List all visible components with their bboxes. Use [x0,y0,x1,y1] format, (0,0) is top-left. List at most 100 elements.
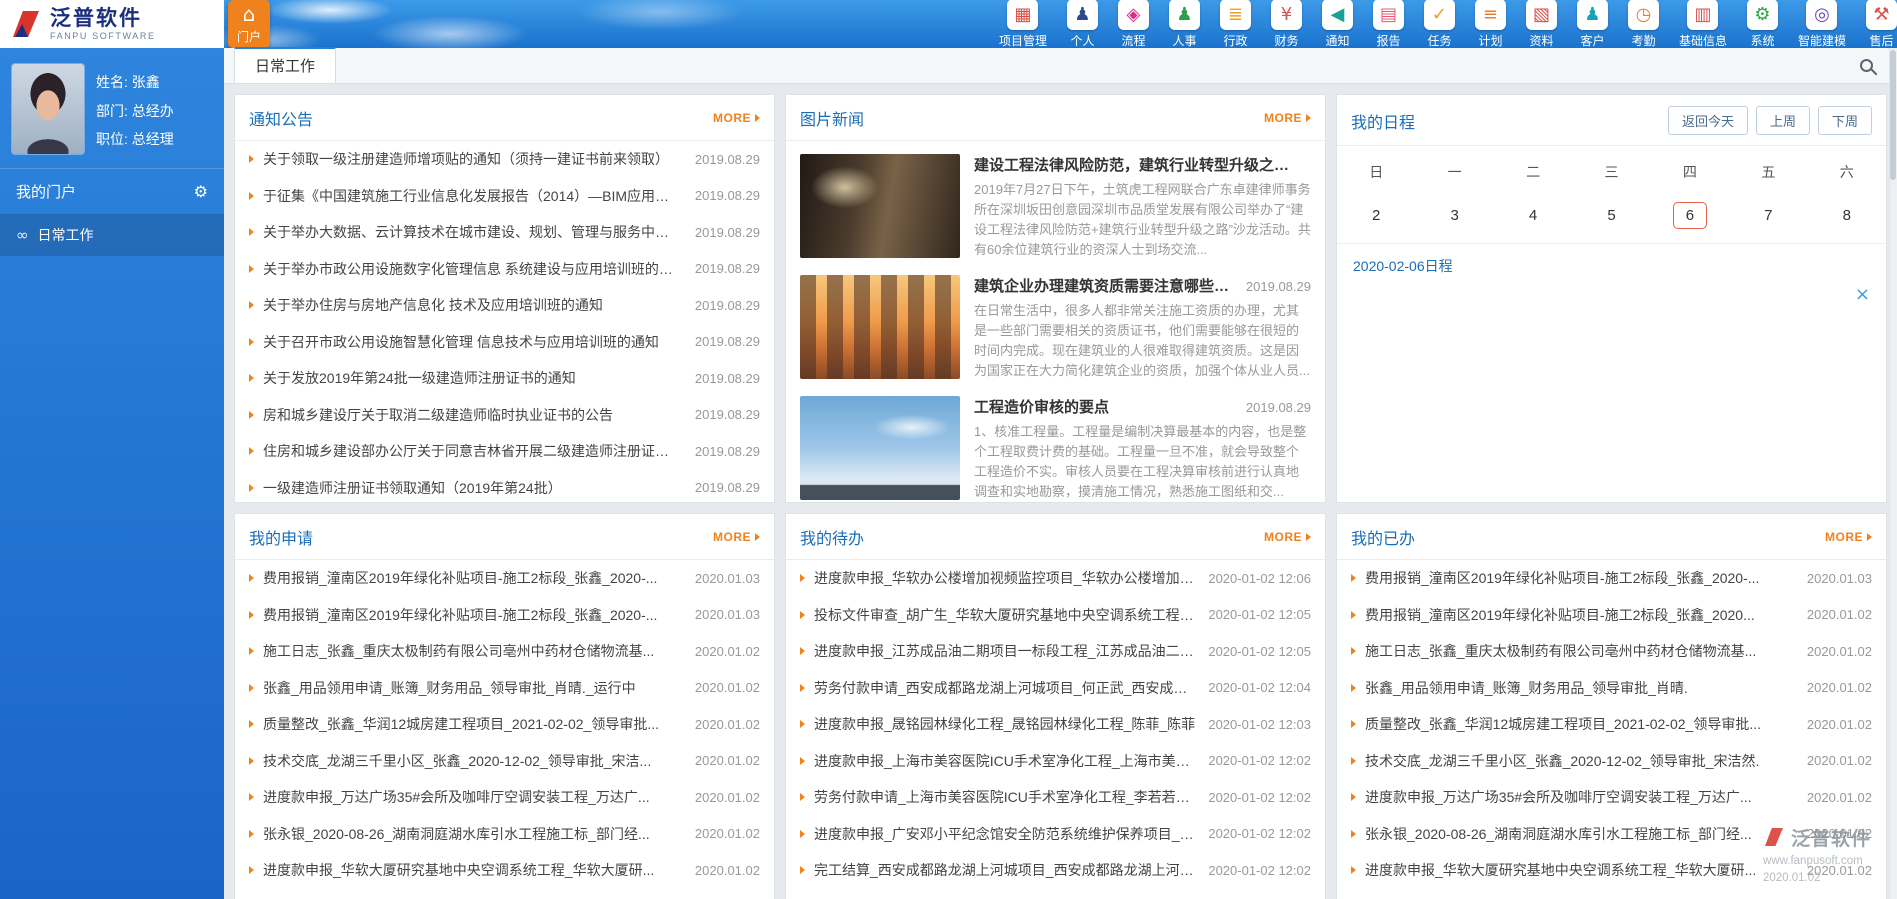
calendar-date-cell[interactable]: 7 [1729,202,1807,229]
top-nav-item[interactable]: ▦ 项目管理 [999,0,1047,48]
notice-item[interactable]: 住房和城乡建设部办公厅关于同意吉林省开展二级建造师注册证书电... 2019.0… [235,433,774,470]
done-item[interactable]: 进度款申报_万达广场35#会所及咖啡厅空调安装工程_万达广... 2020.01… [1337,779,1886,816]
done-item[interactable]: 费用报销_潼南区2019年绿化补贴项目-施工2标段_张鑫_2020... 202… [1337,597,1886,634]
done-more-link[interactable]: MORE [1825,530,1872,544]
news-item-title[interactable]: 建设工程法律风险防范，建筑行业转型升级之路沙龙活动 [974,154,1301,175]
todo-item[interactable]: 投标文件审查_胡广生_华软大厦研究基地中央空调系统工程_20... 2020-0… [786,597,1325,634]
notice-item[interactable]: 房和城乡建设厅关于取消二级建造师临时执业证书的公告 2019.08.29 [235,397,774,434]
tab-daily-work[interactable]: 日常工作 [234,47,337,83]
news-item[interactable]: 建筑企业办理建筑资质需要注意哪些细节 2019.08.29 在日常生活中，很多人… [800,272,1311,393]
calendar-nav-button[interactable]: 上周 [1755,106,1810,135]
application-item[interactable]: 施工日志_张鑫_重庆太极制药有限公司亳州中药材仓储物流基... 2020.01.… [235,633,774,670]
picture-news-panel: 图片新闻 MORE 建设工程法律风险防范，建筑行业转型升级之路沙龙活动 [785,94,1326,503]
top-nav-item[interactable]: ▤ 报告 [1372,0,1404,48]
done-item[interactable]: 萧敬_2020-05-22_江苏成品油二期项目一标段工程_部门经理... 202… [1337,889,1886,899]
scrollbar-thumb[interactable] [1890,50,1896,180]
todo-item[interactable]: 进度款申报_上海市美容医院ICU手术室净化工程_上海市美容医... 2020-0… [786,743,1325,780]
news-item[interactable]: 工程造价审核的要点 2019.08.29 1、核准工程量。工程量是编制决算最基本… [800,393,1311,502]
top-nav-item[interactable]: ⚙ 系统 [1746,0,1778,48]
notice-item[interactable]: 关于举办大数据、云计算技术在城市建设、规划、管理与服务中的应... 2019.0… [235,214,774,251]
top-nav-item[interactable]: ◈ 流程 [1117,0,1149,48]
more-arrow-icon [1867,533,1872,541]
todo-datetime: 2020-01-02 12:02 [1208,753,1311,769]
calendar-date-cell[interactable]: 3 [1415,202,1493,229]
calendar-nav-button[interactable]: 返回今天 [1667,106,1748,135]
notice-text: 关于举办市政公用设施数字化管理信息 系统建设与应用培训班的通知 [263,260,683,277]
todo-item[interactable]: 劳务付款申请_西安成都路龙湖上河城项目_何正武_西安成都路... 2020-01… [786,670,1325,707]
news-item-title[interactable]: 工程造价审核的要点 [974,396,1236,417]
todo-item[interactable]: 进度款申报_华软办公楼增加视频监控项目_华软办公楼增加视频... 2020-01… [786,560,1325,597]
todo-item[interactable]: 进度款申报_广安邓小平纪念馆安全防范系统维护保养项目_广安... 2020-01… [786,816,1325,853]
top-nav-item[interactable]: ≡ 计划 [1474,0,1506,48]
link-icon: ∞ [16,226,29,245]
bullet-icon [800,829,805,838]
application-item[interactable]: 进度款申报_万达广场35#会所及咖啡厅空调安装工程_万达广... 2020.01… [235,779,774,816]
notice-item[interactable]: 关于举办住房与房地产信息化 技术及应用培训班的通知 2019.08.29 [235,287,774,324]
calendar-date-cell[interactable]: 5 [1572,202,1650,229]
done-item[interactable]: 张鑫_用品领用申请_账簿_财务用品_领导审批_肖晴. 2020.01.02 [1337,670,1886,707]
top-nav-item[interactable]: ♟ 人事 [1168,0,1200,48]
application-item[interactable]: 质量整改_张鑫_华润12城房建工程项目_2021-02-02_领导审批... 2… [235,706,774,743]
done-item[interactable]: 费用报销_潼南区2019年绿化补贴项目-施工2标段_张鑫_2020-... 20… [1337,560,1886,597]
calendar-date-cell[interactable]: 8 [1808,202,1886,229]
top-nav-item[interactable]: ♟ 客户 [1576,0,1608,48]
calendar-date-cell[interactable]: 2 [1337,202,1415,229]
sidebar-item-daily-work[interactable]: ∞ 日常工作 [0,214,224,257]
todo-item[interactable]: 完工结算_西安成都路龙湖上河城项目_西安成都路龙湖上河城... 2020-01-… [786,852,1325,889]
scrollbar[interactable] [1889,48,1897,899]
application-item[interactable]: 张鑫_用品领用申请_账簿_财务用品_领导审批_肖晴._运行中 2020.01.0… [235,670,774,707]
news-item[interactable]: 建设工程法律风险防范，建筑行业转型升级之路沙龙活动 2019年7月27日下午，土… [800,151,1311,272]
top-nav-item[interactable]: ✓ 任务 [1423,0,1455,48]
notice-item[interactable]: 一级建造师注册证书领取通知（2019年第24批） 2019.08.29 [235,470,774,503]
notice-item[interactable]: 关于领取一级注册建造师增项贴的通知（须持一建证书前来领取） 2019.08.29 [235,141,774,178]
top-nav-item[interactable]: ◷ 考勤 [1627,0,1659,48]
notice-item[interactable]: 关于举办市政公用设施数字化管理信息 系统建设与应用培训班的通知 2019.08.… [235,251,774,288]
top-nav-item[interactable]: ◀ 通知 [1321,0,1353,48]
news-item-title[interactable]: 建筑企业办理建筑资质需要注意哪些细节 [974,275,1236,296]
done-item[interactable]: 技术交底_龙湖三千里小区_张鑫_2020-12-02_领导审批_宋洁然. 202… [1337,743,1886,780]
top-nav-item[interactable]: ▥ 基础信息 [1679,0,1727,48]
todo-item[interactable]: 进度款申报_晟铭园林绿化工程_晟铭园林绿化工程_陈菲_陈菲 2020-01-02… [786,706,1325,743]
top-nav-item[interactable]: ≣ 行政 [1219,0,1251,48]
application-item[interactable]: 技术交底_龙湖三千里小区_张鑫_2020-12-02_领导审批_宋洁... 20… [235,743,774,780]
gear-icon[interactable]: ⚙ [194,182,208,201]
top-nav-item[interactable]: ♟ 个人 [1066,0,1098,48]
todos-more-link[interactable]: MORE [1264,530,1311,544]
top-nav-item[interactable]: ◎ 智能建模 [1798,0,1846,48]
news-item-summary: 1、核准工程量。工程量是编制决算最基本的内容，也是整个工程取费计费的基础。工程量… [974,424,1307,500]
notices-more-link[interactable]: MORE [713,111,760,125]
avatar[interactable] [12,64,84,154]
top-nav-item[interactable]: ⌂ 门户 [228,0,271,48]
top-nav-item[interactable]: ⚒ 售后 [1866,0,1897,48]
news-item-date: 2019.08.29 [1245,400,1311,415]
todo-item[interactable]: 完工结算_龙潭天街城15区设计采购施工（EPC）总承包工程_龙... 2020-… [786,889,1325,899]
done-item[interactable]: 施工日志_张鑫_重庆太极制药有限公司亳州中药材仓储物流基... 2020.01.… [1337,633,1886,670]
nav-module-icon: ◎ [1806,0,1838,30]
search-icon[interactable] [1860,59,1873,72]
notice-item[interactable]: 关于发放2019年第24批一级建造师注册证书的通知 2019.08.29 [235,360,774,397]
close-icon[interactable]: × [1855,286,1870,304]
notice-item[interactable]: 于征集《中国建筑施工行业信息化发展报告（2014）—BIM应用与发... 201… [235,178,774,215]
bullet-icon [1351,574,1356,583]
calendar-date-cell[interactable]: 6 [1651,202,1729,229]
calendar-nav-button[interactable]: 下周 [1817,106,1872,135]
calendar-date-cell[interactable]: 4 [1494,202,1572,229]
application-item[interactable]: 费用报销_潼南区2019年绿化补贴项目-施工2标段_张鑫_2020-... 20… [235,597,774,634]
todo-item[interactable]: 进度款申报_江苏成品油二期项目一标段工程_江苏成品油二期项... 2020-01… [786,633,1325,670]
todo-item[interactable]: 劳务付款申请_上海市美容医院ICU手术室净化工程_李若若_上... 2020-0… [786,779,1325,816]
top-nav-item[interactable]: ▧ 资料 [1525,0,1557,48]
application-item[interactable]: 进度款申报_华软大厦研究基地中央空调系统工程_华软大厦研... 2020.01.… [235,852,774,889]
application-item[interactable]: 费用报销_潼南区2019年绿化补贴项目-施工2标段_张鑫_2020-... 20… [235,560,774,597]
top-nav-item[interactable]: ¥ 财务 [1270,0,1302,48]
nav-module-icon: ≣ [1219,0,1251,30]
sidebar-item-my-portal[interactable]: 我的门户 ⚙ [0,168,224,214]
notice-item[interactable]: 关于召开市政公用设施智慧化管理 信息技术与应用培训班的通知 2019.08.29 [235,324,774,361]
applications-more-link[interactable]: MORE [713,530,760,544]
news-more-link[interactable]: MORE [1264,111,1311,125]
application-item[interactable]: 张永银_2020-08-26_湖南洞庭湖水库引水工程施工标_部门经... 202… [235,816,774,853]
done-item[interactable]: 质量整改_张鑫_华润12城房建工程项目_2021-02-02_领导审批... 2… [1337,706,1886,743]
notice-text: 关于领取一级注册建造师增项贴的通知（须持一建证书前来领取） [263,151,669,168]
application-item[interactable]: 萧敬_2020-05-22_江苏成品油二期项目一标段工程_部门经理... 202… [235,889,774,899]
nav-module-label: 行政 [1223,34,1248,48]
todo-datetime: 2020-01-02 12:05 [1208,643,1311,659]
